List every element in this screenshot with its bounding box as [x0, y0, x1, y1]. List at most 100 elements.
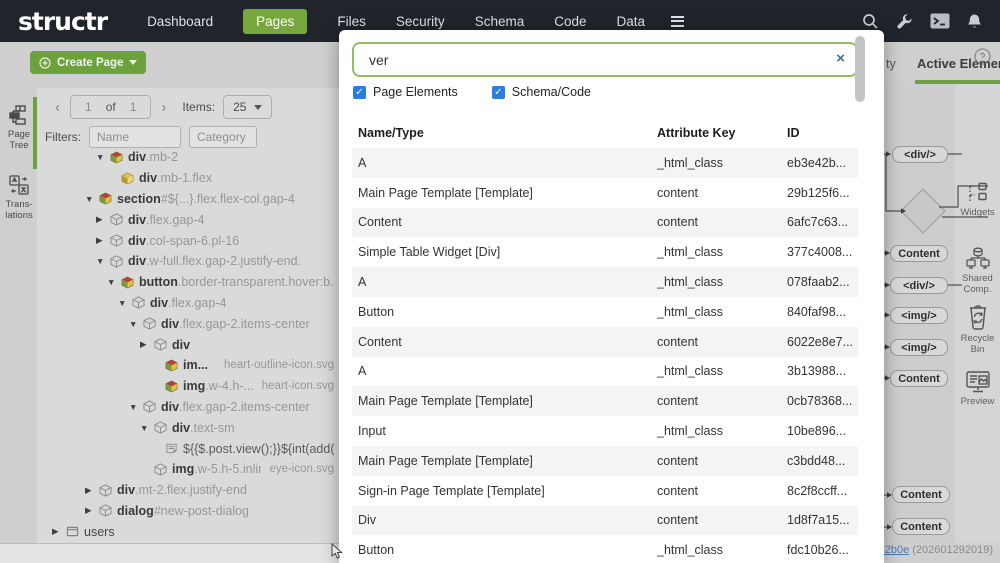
search-result-row[interactable]: Button_html_classfdc10b26... — [352, 535, 858, 563]
result-attribute-key: _html_class — [657, 275, 787, 289]
tree-node-div[interactable]: ▼div.flex.gap-2.items-center — [37, 397, 344, 418]
node-tag: im... — [183, 358, 208, 372]
result-id: 0cb78368... — [787, 394, 858, 408]
tree-node-div[interactable]: ▶div.mt-2.flex.justify-end — [37, 480, 344, 501]
tree-node-div[interactable]: ▶div.col-span-6.pl-16 — [37, 230, 344, 251]
result-name: Sign-in Page Template [Template] — [352, 484, 657, 498]
clear-search-icon[interactable]: × — [836, 50, 845, 68]
flow-node-content[interactable]: Content — [892, 486, 950, 503]
tree-node-button[interactable]: ▼button.border-transparent.hover:b... — [37, 272, 344, 293]
flow-node-img[interactable]: <img/> — [890, 339, 948, 356]
nav-item-code[interactable]: Code — [554, 14, 586, 29]
filter-name-input[interactable] — [89, 126, 181, 148]
expander-open-icon[interactable]: ▼ — [129, 402, 140, 412]
search-result-row[interactable]: Contentcontent6afc7c63... — [352, 208, 858, 238]
prev-page-button[interactable]: ‹ — [49, 99, 66, 116]
cube-outline-icon — [110, 213, 123, 226]
tree-node-dialog[interactable]: ▶dialog#new-post-dialog — [37, 501, 344, 522]
tree-node-im[interactable]: im...heart-outline-icon.svg — [37, 355, 344, 376]
tree-node-section[interactable]: ▼section#${...}.flex.flex-col.gap-4 — [37, 189, 344, 210]
expander-closed-icon[interactable]: ▶ — [96, 235, 107, 246]
tree-node-div[interactable]: div.mb-1.flex — [37, 168, 344, 189]
search-result-row[interactable]: A_html_class3b13988... — [352, 357, 858, 387]
tree-node-div[interactable]: ▼div.text-sm — [37, 417, 344, 438]
expander-open-icon[interactable]: ▼ — [96, 152, 107, 162]
flow-node-content[interactable]: Content — [890, 245, 948, 262]
search-result-row[interactable]: A_html_classeb3e42b... — [352, 148, 858, 178]
expander-closed-icon[interactable]: ▶ — [140, 339, 151, 350]
search-result-row[interactable]: Input_html_class10be896... — [352, 416, 858, 446]
tree-node-img[interactable]: img.w-5.h-5.inlin...eye-icon.svg — [37, 459, 344, 480]
expander-closed-icon[interactable]: ▶ — [52, 526, 63, 537]
expander-closed-icon[interactable]: ▶ — [85, 485, 96, 496]
flow-node-content[interactable]: Content — [892, 518, 950, 535]
current-page: 1 — [85, 100, 92, 114]
expander-open-icon[interactable]: ▼ — [118, 298, 129, 308]
cube-yellow-icon — [121, 172, 134, 185]
search-icon[interactable] — [862, 13, 879, 30]
cube-outline-icon — [99, 504, 112, 517]
tree-node-div[interactable]: ▶div.flex.gap-4 — [37, 209, 344, 230]
nav-item-security[interactable]: Security — [396, 14, 445, 29]
expander-open-icon[interactable]: ▼ — [129, 319, 140, 329]
flow-node-div[interactable]: <div/> — [890, 277, 948, 294]
expander-open-icon[interactable]: ▼ — [140, 423, 151, 433]
result-id: 840faf98... — [787, 305, 858, 319]
tab-partial[interactable]: ty — [886, 57, 896, 71]
terminal-icon[interactable] — [930, 13, 950, 29]
checkbox-page-elements[interactable]: ✓ Page Elements — [353, 85, 458, 99]
checkbox-schema-code[interactable]: ✓ Schema/Code — [492, 85, 591, 99]
flow-node-div[interactable]: <div/> — [892, 146, 948, 163]
sidebar-tab-translations[interactable]: Trans-lations — [0, 174, 38, 221]
expander-open-icon[interactable]: ▼ — [85, 194, 96, 204]
bell-icon[interactable] — [967, 13, 982, 30]
expander-open-icon[interactable]: ▼ — [96, 256, 107, 266]
expander-closed-icon[interactable]: ▶ — [85, 505, 96, 516]
search-result-row[interactable]: Main Page Template [Template]contentc3bd… — [352, 446, 858, 476]
flow-node-img[interactable]: <img/> — [890, 307, 948, 324]
flow-node-content[interactable]: Content — [890, 370, 948, 387]
search-result-row[interactable]: Divcontent1d8f7a15... — [352, 506, 858, 536]
node-tag: div — [161, 400, 179, 414]
search-result-row[interactable]: Main Page Template [Template]content29b1… — [352, 178, 858, 208]
page-indicator[interactable]: 1 of 1 — [70, 95, 151, 119]
filter-category-input[interactable] — [189, 126, 257, 148]
wrench-icon[interactable] — [896, 13, 913, 30]
tree-node-content[interactable]: ${{$.post.view();}}${int(add(size... — [37, 438, 344, 459]
result-name: Main Page Template [Template] — [352, 186, 657, 200]
search-result-row[interactable]: A_html_class078faab2... — [352, 267, 858, 297]
tree-node-div[interactable]: ▼div.flex.gap-4 — [37, 293, 344, 314]
cube-color-icon — [99, 192, 112, 205]
search-result-row[interactable]: Simple Table Widget [Div]_html_class377c… — [352, 237, 858, 267]
hamburger-menu-icon[interactable] — [671, 16, 684, 27]
expander-closed-icon[interactable]: ▶ — [96, 214, 107, 225]
content-script-text: ${{$.post.view();}}${int(add(size... — [183, 442, 334, 456]
search-result-row[interactable]: Main Page Template [Template]content0cb7… — [352, 386, 858, 416]
node-tag: div — [117, 483, 135, 497]
modal-scrollbar[interactable] — [855, 36, 865, 102]
tree-node-div[interactable]: ▼div.flex.gap-2.items-center — [37, 313, 344, 334]
node-classes: #new-post-dialog — [154, 504, 249, 518]
nav-item-data[interactable]: Data — [617, 14, 646, 29]
search-result-row[interactable]: Button_html_class840faf98... — [352, 297, 858, 327]
nav-item-files[interactable]: Files — [337, 14, 366, 29]
nav-item-pages[interactable]: Pages — [243, 9, 307, 34]
tree-node-div[interactable]: ▶div — [37, 334, 344, 355]
search-input[interactable] — [352, 42, 858, 77]
tree-node-div[interactable]: ▼div.mb-2 — [37, 147, 344, 168]
nav-item-dashboard[interactable]: Dashboard — [147, 14, 213, 29]
tree-node-users[interactable]: ▶users — [37, 521, 344, 542]
tree-node-div[interactable]: ▼div.w-full.flex.gap-2.justify-end. — [37, 251, 344, 272]
next-page-button[interactable]: › — [155, 99, 172, 116]
search-result-row[interactable]: Contentcontent6022e8e7... — [352, 327, 858, 357]
nav-item-schema[interactable]: Schema — [475, 14, 525, 29]
expander-open-icon[interactable]: ▼ — [107, 277, 118, 287]
create-page-button[interactable]: Create Page — [30, 51, 146, 74]
page-size-select[interactable]: 25 — [223, 95, 272, 119]
result-id: 8c2f8ccff... — [787, 484, 858, 498]
help-icon[interactable] — [974, 48, 991, 70]
node-classes: .w-full.flex.gap-2.justify-end. — [146, 254, 301, 268]
tree-node-img[interactable]: img.w-4.h-...heart-icon.svg — [37, 376, 344, 397]
search-result-row[interactable]: Sign-in Page Template [Template]content8… — [352, 476, 858, 506]
node-classes: .text-sm — [190, 421, 234, 435]
